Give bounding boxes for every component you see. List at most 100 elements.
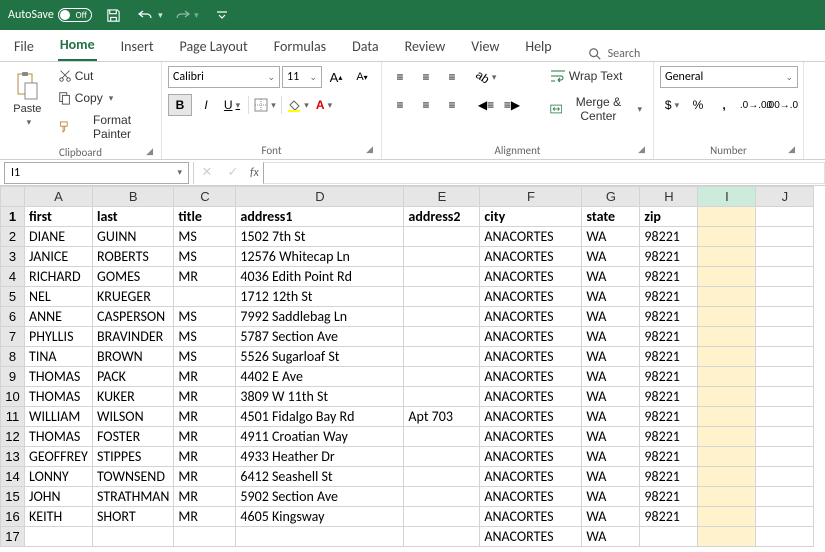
redo-button[interactable]: ▾ — [172, 3, 200, 27]
cell[interactable] — [404, 467, 480, 487]
tab-page-layout[interactable]: Page Layout — [178, 32, 250, 61]
font-color-button[interactable]: A▾ — [312, 94, 336, 116]
col-header[interactable]: F — [480, 187, 582, 207]
cell[interactable] — [404, 267, 480, 287]
cell[interactable]: ANACORTES — [480, 527, 582, 547]
cell[interactable]: ANACORTES — [480, 247, 582, 267]
cell[interactable] — [236, 527, 404, 547]
underline-button[interactable]: U▾ — [220, 94, 244, 116]
cell[interactable] — [756, 207, 814, 227]
cell[interactable]: MR — [174, 367, 236, 387]
cell[interactable] — [698, 427, 756, 447]
cut-button[interactable]: Cut — [53, 66, 155, 86]
worksheet-grid[interactable]: ABCDEFGHIJ1firstlasttitleaddress1address… — [0, 186, 825, 547]
cell[interactable]: SHORT — [93, 507, 174, 527]
cell[interactable]: 98221 — [640, 487, 698, 507]
row-header[interactable]: 16 — [1, 507, 25, 527]
tab-home[interactable]: Home — [58, 30, 97, 61]
copy-button[interactable]: Copy▾ — [53, 88, 155, 108]
cell[interactable]: last — [93, 207, 174, 227]
cell[interactable]: WA — [582, 267, 640, 287]
row-header[interactable]: 10 — [1, 387, 25, 407]
cell[interactable]: WA — [582, 347, 640, 367]
cell[interactable]: WA — [582, 507, 640, 527]
tab-review[interactable]: Review — [403, 32, 448, 61]
cell[interactable]: ANACORTES — [480, 227, 582, 247]
clipboard-launcher[interactable]: ◢ — [146, 146, 153, 157]
cell[interactable]: NEL — [25, 287, 93, 307]
row-header[interactable]: 11 — [1, 407, 25, 427]
cell[interactable] — [756, 267, 814, 287]
cell[interactable]: 4402 E Ave — [236, 367, 404, 387]
save-button[interactable] — [100, 3, 128, 27]
cell[interactable]: 5902 Section Ave — [236, 487, 404, 507]
cell[interactable]: TINA — [25, 347, 93, 367]
cell[interactable]: DIANE — [25, 227, 93, 247]
row-header[interactable]: 6 — [1, 307, 25, 327]
cell[interactable] — [756, 447, 814, 467]
cell[interactable]: 1502 7th St — [236, 227, 404, 247]
tab-insert[interactable]: Insert — [119, 32, 156, 61]
undo-button[interactable]: ▾ — [136, 3, 164, 27]
paste-button[interactable]: Paste ▾ — [6, 66, 49, 132]
cell[interactable] — [698, 227, 756, 247]
cell[interactable] — [756, 507, 814, 527]
cell[interactable]: ANACORTES — [480, 467, 582, 487]
col-header[interactable]: H — [640, 187, 698, 207]
cell[interactable] — [404, 307, 480, 327]
cell[interactable]: WA — [582, 427, 640, 447]
number-format-select[interactable]: General⌄ — [660, 66, 798, 88]
cell[interactable]: MS — [174, 307, 236, 327]
row-header[interactable]: 4 — [1, 267, 25, 287]
cell[interactable] — [404, 527, 480, 547]
increase-indent-button[interactable]: ≡▶ — [500, 94, 524, 116]
cell[interactable]: WA — [582, 467, 640, 487]
bold-button[interactable]: B — [168, 94, 192, 116]
row-header[interactable]: 9 — [1, 367, 25, 387]
cell[interactable]: 3809 W 11th St — [236, 387, 404, 407]
cell[interactable]: ANACORTES — [480, 327, 582, 347]
cell[interactable]: MR — [174, 407, 236, 427]
cell[interactable] — [756, 307, 814, 327]
wrap-text-button[interactable]: Wrap Text — [545, 66, 647, 86]
cell[interactable] — [756, 347, 814, 367]
cell[interactable]: MR — [174, 507, 236, 527]
row-header[interactable]: 7 — [1, 327, 25, 347]
cell[interactable] — [756, 467, 814, 487]
cell[interactable]: KEITH — [25, 507, 93, 527]
cell[interactable]: 98221 — [640, 327, 698, 347]
select-all-corner[interactable] — [1, 187, 25, 207]
cell[interactable]: MR — [174, 447, 236, 467]
cell[interactable]: 6412 Seashell St — [236, 467, 404, 487]
cell[interactable]: WA — [582, 487, 640, 507]
align-middle-button[interactable]: ≡ — [414, 66, 438, 88]
cell[interactable]: MS — [174, 327, 236, 347]
cell[interactable] — [698, 327, 756, 347]
col-header[interactable]: J — [756, 187, 814, 207]
cell[interactable]: 4605 Kingsway — [236, 507, 404, 527]
col-header[interactable]: A — [25, 187, 93, 207]
autosave-toggle[interactable]: AutoSave Off — [8, 8, 92, 22]
align-right-button[interactable]: ≡ — [440, 94, 464, 116]
cell[interactable] — [756, 367, 814, 387]
cell[interactable] — [756, 327, 814, 347]
cell[interactable]: LONNY — [25, 467, 93, 487]
cell[interactable] — [174, 527, 236, 547]
tab-help[interactable]: Help — [523, 32, 553, 61]
cell[interactable] — [404, 227, 480, 247]
qat-customize-button[interactable] — [208, 3, 236, 27]
cell[interactable]: KRUEGER — [93, 287, 174, 307]
format-painter-button[interactable]: Format Painter — [53, 110, 155, 144]
cell[interactable]: WA — [582, 407, 640, 427]
tab-file[interactable]: File — [12, 32, 36, 61]
cell[interactable]: 98221 — [640, 307, 698, 327]
percent-format-button[interactable]: % — [686, 94, 710, 116]
cell[interactable] — [404, 367, 480, 387]
cell[interactable]: WILLIAM — [25, 407, 93, 427]
row-header[interactable]: 1 — [1, 207, 25, 227]
cell[interactable]: WA — [582, 307, 640, 327]
cell[interactable] — [404, 247, 480, 267]
italic-button[interactable]: I — [194, 94, 218, 116]
cell[interactable]: KUKER — [93, 387, 174, 407]
cell[interactable]: MS — [174, 247, 236, 267]
